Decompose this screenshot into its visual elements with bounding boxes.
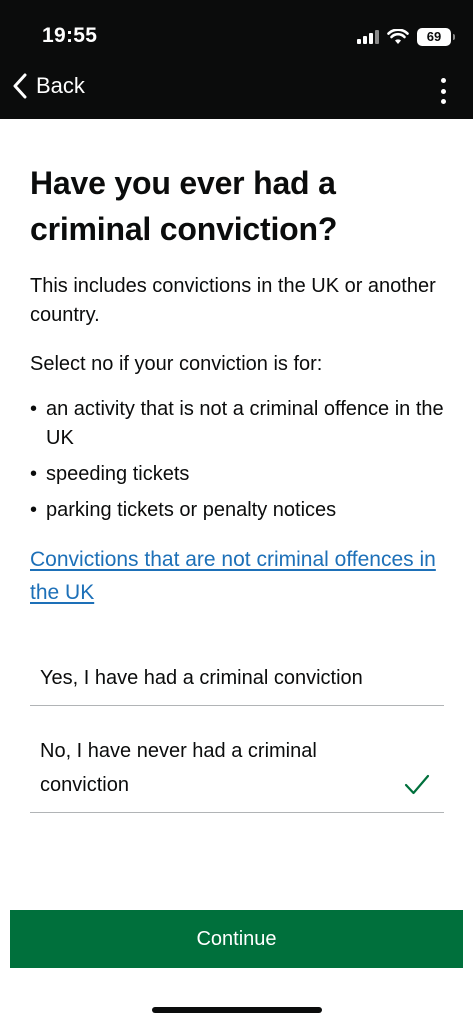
back-button[interactable]: Back xyxy=(12,73,85,99)
list-item: parking tickets or penalty notices xyxy=(30,496,450,525)
list-item: an activity that is not a criminal offen… xyxy=(30,395,450,453)
option-label: Yes, I have had a criminal conviction xyxy=(40,667,363,689)
status-icons: 69 xyxy=(357,24,455,50)
back-label: Back xyxy=(36,73,85,98)
intro-text: This includes convictions in the UK or a… xyxy=(30,275,436,326)
checkmark-icon xyxy=(404,774,430,795)
chevron-left-icon xyxy=(13,73,27,99)
answer-options: Yes, I have had a criminal conviction No… xyxy=(30,655,444,813)
wifi-icon xyxy=(387,29,409,44)
home-indicator[interactable] xyxy=(152,1007,322,1013)
app-header: 19:55 69 Back xyxy=(0,0,473,119)
continue-button[interactable]: Continue xyxy=(10,910,463,968)
cellular-signal-icon xyxy=(357,30,379,44)
status-time: 19:55 xyxy=(42,24,98,47)
convictions-help-link[interactable]: Convictions that are not criminal offenc… xyxy=(30,543,450,609)
list-item: speeding tickets xyxy=(30,460,450,489)
option-yes[interactable]: Yes, I have had a criminal conviction xyxy=(30,655,444,706)
option-no[interactable]: No, I have never had a criminal convicti… xyxy=(30,728,444,813)
more-options-icon[interactable] xyxy=(439,78,447,104)
question-content: Have you ever had a criminal conviction?… xyxy=(30,160,450,609)
option-label: No, I have never had a criminal convicti… xyxy=(40,740,317,796)
battery-icon: 69 xyxy=(417,28,455,46)
exceptions-list: an activity that is not a criminal offen… xyxy=(30,395,450,525)
select-no-text: Select no if your conviction is for: xyxy=(30,353,323,375)
page-title: Have you ever had a criminal conviction? xyxy=(30,165,338,247)
